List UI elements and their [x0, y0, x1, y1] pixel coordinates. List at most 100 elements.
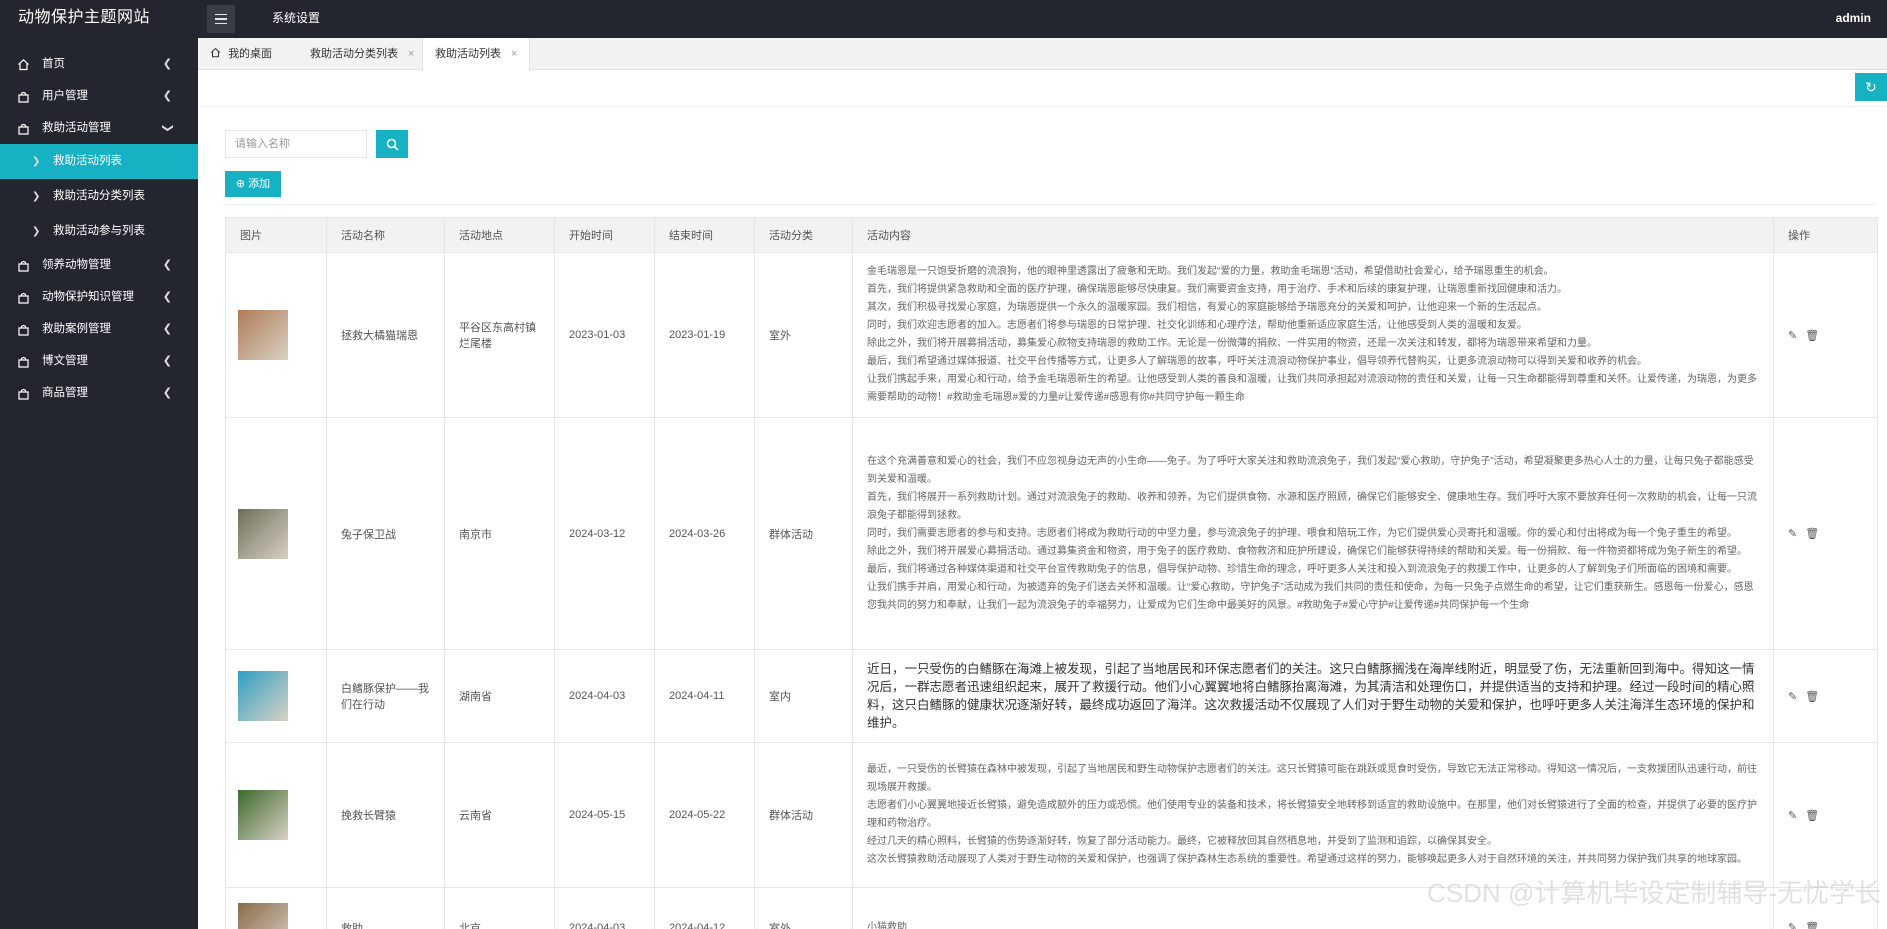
column-header: 活动地点: [444, 217, 555, 253]
column-header: 活动内容: [852, 217, 1774, 253]
activity-image[interactable]: [238, 508, 288, 559]
chevron-left-icon: ❮: [162, 323, 172, 335]
sidebar-subitem-label: 救助活动参与列表: [53, 225, 145, 237]
column-header: 操作: [1773, 217, 1878, 253]
hamburger-icon: [215, 13, 227, 16]
content-line: 首先，我们将展开一系列救助计划。通过对流浪兔子的救助、收养和领养，为它们提供食物…: [867, 491, 1757, 521]
sidebar-item-knowledge-management[interactable]: 动物保护知识管理 ❮: [0, 281, 198, 313]
activity-name: 挽救长臂猿: [326, 742, 445, 888]
chevron-left-icon: ❮: [162, 291, 172, 303]
chevron-left-icon: ❮: [162, 259, 172, 271]
edit-icon[interactable]: ✎: [1788, 691, 1797, 703]
activity-image[interactable]: [238, 671, 288, 721]
content-line: 同时，我们欢迎志愿者的加入。志愿者们将参与瑞恩的日常护理、社交化训练和心理疗法，…: [867, 320, 1527, 331]
tab-my-desktop[interactable]: 我的桌面: [210, 38, 284, 70]
menu-toggle-button[interactable]: [207, 5, 235, 33]
activity-content: 最近，一只受伤的长臂猿在森林中被发现，引起了当地居民和野生动物保护志愿者们的关注…: [852, 742, 1774, 888]
activity-content: 金毛瑞恩是一只饱受折磨的流浪狗，他的眼神里透露出了疲惫和无助。我们发起“爱的力量…: [852, 252, 1774, 418]
watermark: CSDN @计算机毕设定制辅导-无忧学长: [1427, 878, 1881, 908]
sidebar-item-adoption-management[interactable]: 领养动物管理 ❮: [0, 249, 198, 281]
add-button[interactable]: ⊕ 添加: [225, 171, 281, 197]
activity-start-date: 2024-03-12: [554, 417, 655, 650]
content-line: 这次长臂猿救助活动展现了人类对于野生动物的关爱和保护，也强调了保护森林生态系统的…: [867, 854, 1747, 865]
activity-name: 拯救大橘猫瑞恩: [326, 252, 445, 418]
site-logo[interactable]: 动物保护主题网站: [18, 0, 150, 38]
tab-label: 我的桌面: [228, 48, 273, 60]
activity-end-date: 2024-04-12: [654, 887, 755, 929]
user-menu[interactable]: admin: [1836, 0, 1871, 36]
divider: [225, 204, 1875, 205]
sidebar-item-label: 动物保护知识管理: [42, 291, 134, 303]
edit-icon[interactable]: ✎: [1788, 528, 1797, 540]
activity-start-date: 2023-01-03: [554, 252, 655, 418]
bag-icon: [16, 345, 30, 377]
edit-icon[interactable]: ✎: [1788, 330, 1797, 342]
content-line: 同时，我们需要志愿者的参与和支持。志愿者们将成为救助行动的中坚力量，参与流浪兔子…: [867, 527, 1737, 539]
sidebar-item-user-management[interactable]: 用户管理 ❮: [0, 80, 198, 112]
sidebar-item-blog-management[interactable]: 博文管理 ❮: [0, 345, 198, 377]
close-icon[interactable]: ×: [408, 48, 414, 60]
refresh-button[interactable]: ↻: [1855, 73, 1887, 101]
system-settings-link[interactable]: 系统设置: [272, 0, 320, 36]
activity-image[interactable]: [238, 902, 288, 929]
table-row: 兔子保卫战 南京市 2024-03-12 2024-03-26 群体活动 在这个…: [225, 417, 1878, 650]
activity-end-date: 2024-05-22: [654, 742, 755, 888]
bag-icon: [16, 313, 30, 345]
chevron-right-icon: ❯: [32, 156, 41, 167]
sidebar-item-label: 救助活动管理: [42, 122, 111, 134]
add-circle-icon: ⊕: [235, 178, 246, 190]
content-line: 除此之外，我们将开展募捐活动，募集爱心款物支持瑞恩的救助工作。无论是一份微薄的捐…: [867, 338, 1597, 349]
sidebar-item-home[interactable]: 首页 ❮: [0, 48, 198, 80]
activity-category: 室外: [754, 887, 853, 929]
sidebar: 首页 ❮ 用户管理 ❮ 救助活动管理 ❮ ❯ 救助活动列表 ❯ 救助活动分类列表…: [0, 38, 198, 929]
table-row: 白鳍豚保护——我们在行动 湖南省 2024-04-03 2024-04-11 室…: [225, 649, 1878, 743]
column-header: 活动名称: [326, 217, 445, 253]
edit-icon[interactable]: ✎: [1788, 810, 1797, 822]
chevron-right-icon: ❯: [32, 191, 41, 202]
tab-label: 救助活动分类列表: [310, 48, 398, 60]
sidebar-item-label: 博文管理: [42, 355, 88, 367]
trash-icon[interactable]: 🗑: [1805, 330, 1819, 342]
content-line: 最近，一只受伤的长臂猿在森林中被发现，引起了当地居民和野生动物保护志愿者们的关注…: [867, 764, 1757, 793]
tab-rescue-activity-list[interactable]: 救助活动列表 ×: [422, 38, 531, 71]
activity-end-date: 2024-04-11: [654, 649, 755, 743]
sidebar-subitem-rescue-participation-list[interactable]: ❯ 救助活动参与列表: [0, 214, 198, 249]
sidebar-item-case-management[interactable]: 救助案例管理 ❮: [0, 313, 198, 345]
sidebar-subitem-rescue-activity-list[interactable]: ❯ 救助活动列表: [0, 144, 198, 179]
activity-end-date: 2024-03-26: [654, 417, 755, 650]
search-button[interactable]: [376, 130, 408, 158]
sidebar-item-label: 救助案例管理: [42, 323, 111, 335]
tab-rescue-category-list[interactable]: 救助活动分类列表 ×: [298, 38, 426, 70]
content-line: 其次，我们积极寻找爱心家庭，为瑞恩提供一个永久的温暖家园。我们相信，有爱心的家庭…: [867, 302, 1547, 313]
column-header: 图片: [225, 217, 327, 253]
trash-icon[interactable]: 🗑: [1805, 922, 1819, 929]
sidebar-item-rescue-activity-management[interactable]: 救助活动管理 ❮: [0, 112, 198, 144]
sidebar-item-label: 领养动物管理: [42, 259, 111, 271]
trash-icon[interactable]: 🗑: [1805, 810, 1819, 822]
trash-icon[interactable]: 🗑: [1805, 691, 1819, 703]
bag-icon: [16, 249, 30, 281]
edit-icon[interactable]: ✎: [1788, 922, 1797, 929]
sidebar-item-product-management[interactable]: 商品管理 ❮: [0, 377, 198, 409]
activity-end-date: 2023-01-19: [654, 252, 755, 418]
home-icon: [210, 47, 224, 60]
trash-icon[interactable]: 🗑: [1805, 528, 1819, 540]
sidebar-subitem-rescue-category-list[interactable]: ❯ 救助活动分类列表: [0, 179, 198, 214]
home-icon: [16, 48, 30, 80]
sidebar-item-label: 商品管理: [42, 387, 88, 399]
activity-table: 图片 活动名称 活动地点 开始时间 结束时间 活动分类 活动内容 操作 拯救大橘…: [225, 217, 1878, 929]
activity-location: 南京市: [444, 417, 555, 650]
activity-image[interactable]: [238, 790, 288, 840]
table-row: 拯救大橘猫瑞恩 平谷区东高村镇烂尾楼 2023-01-03 2023-01-19…: [225, 252, 1878, 418]
main-content: 请输入名称 ⊕ 添加 图片 活动名称 活动地点 开始时间 结束时间 活动分类 活…: [198, 106, 1887, 929]
close-icon[interactable]: ×: [511, 48, 517, 60]
search-input[interactable]: 请输入名称: [225, 130, 367, 158]
activity-image[interactable]: [238, 310, 288, 360]
search-icon: [386, 138, 399, 151]
column-header: 结束时间: [654, 217, 755, 253]
activity-name: 白鳍豚保护——我们在行动: [326, 649, 445, 743]
activity-location: 平谷区东高村镇烂尾楼: [444, 252, 555, 418]
column-header: 活动分类: [754, 217, 853, 253]
activity-start-date: 2024-05-15: [554, 742, 655, 888]
activity-start-date: 2024-04-03: [554, 649, 655, 743]
